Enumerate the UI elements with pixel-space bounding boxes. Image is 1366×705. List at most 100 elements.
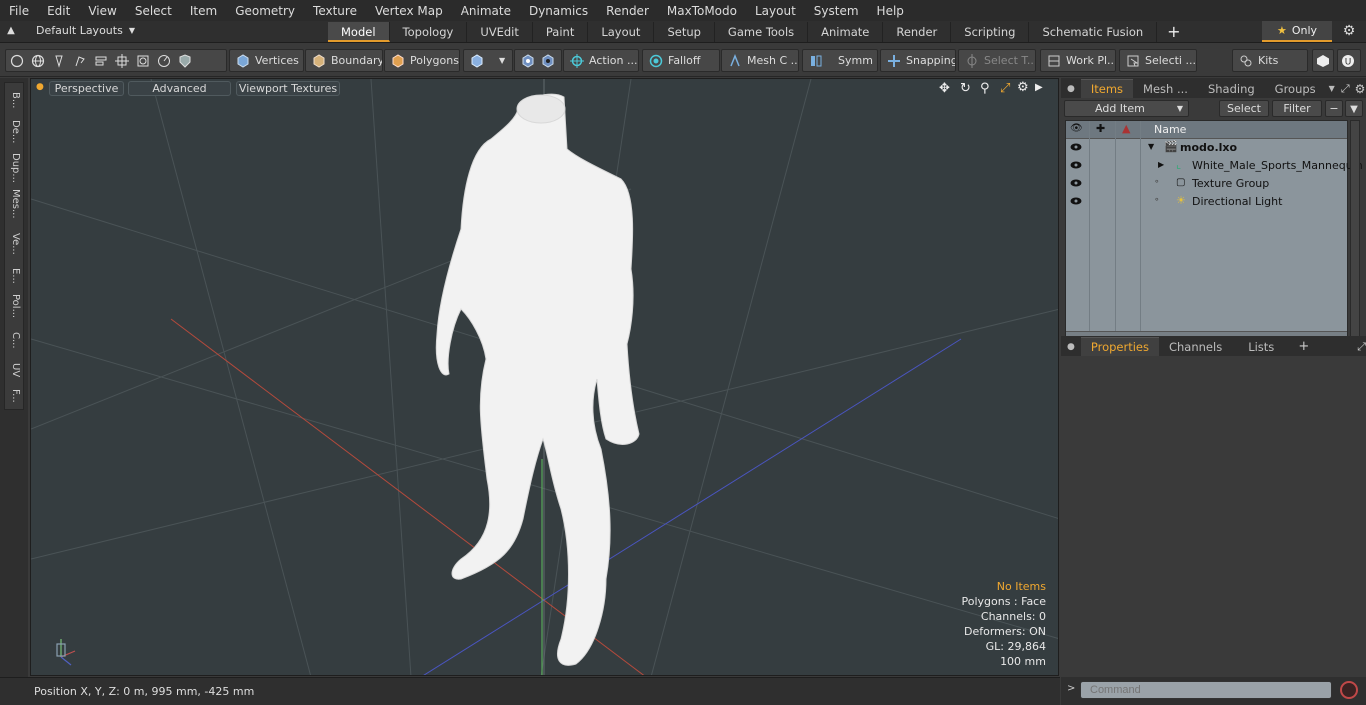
vertical-scrollbar[interactable] <box>1350 120 1360 344</box>
tab-animate[interactable]: Animate <box>808 22 884 42</box>
menu-view[interactable]: View <box>79 4 125 18</box>
pen-icon[interactable] <box>52 54 66 68</box>
work-plane-button[interactable]: Work Pl... <box>1040 49 1116 72</box>
menu-texture[interactable]: Texture <box>304 4 366 18</box>
tab-items[interactable]: Items <box>1080 79 1134 98</box>
eye-icon[interactable] <box>1070 160 1082 170</box>
viewport-arrow-icon[interactable]: ▶ <box>1035 82 1043 93</box>
left-tab-duplicate[interactable]: Dup... <box>5 149 25 187</box>
left-tab-vertex[interactable]: Ve... <box>5 227 25 261</box>
filter-button[interactable]: Filter <box>1272 100 1322 117</box>
select-through-button[interactable]: Select T... <box>958 49 1036 72</box>
viewport-gear-icon[interactable]: ⚙ <box>1017 80 1029 95</box>
tab-groups[interactable]: Groups <box>1265 80 1326 98</box>
tab-game-tools[interactable]: Game Tools <box>715 22 809 42</box>
unity-button[interactable] <box>1312 49 1334 72</box>
tab-uvedit[interactable]: UVEdit <box>467 22 533 42</box>
frame-icon[interactable] <box>136 54 150 68</box>
dial-icon[interactable] <box>157 54 171 68</box>
menu-maxtomodo[interactable]: MaxToModo <box>658 4 746 18</box>
menu-file[interactable]: File <box>0 4 38 18</box>
left-tab-deform[interactable]: De... <box>5 115 25 149</box>
tab-properties[interactable]: Properties <box>1080 337 1159 356</box>
globe-icon[interactable] <box>31 54 45 68</box>
zoom-icon[interactable]: ⚲ <box>980 81 990 96</box>
tab-shading[interactable]: Shading <box>1198 80 1265 98</box>
vertices-button[interactable]: Vertices <box>229 49 304 72</box>
name-column-header[interactable]: Name <box>1154 123 1186 136</box>
menu-system[interactable]: System <box>805 4 868 18</box>
left-tab-mesh-edit[interactable]: Mes... <box>5 185 25 223</box>
menu-layout[interactable]: Layout <box>746 4 805 18</box>
lock-column-icon[interactable]: ✚ <box>1096 122 1105 135</box>
tab-channels[interactable]: Channels <box>1159 338 1232 356</box>
rotate-icon[interactable]: ↻ <box>960 81 971 96</box>
align-icon[interactable] <box>94 54 108 68</box>
panel-menu-dot-icon[interactable]: ● <box>1061 80 1081 98</box>
tab-model[interactable]: Model <box>328 22 390 42</box>
viewport-textures-button[interactable]: Viewport Textures <box>236 81 340 96</box>
left-tab-basic[interactable]: B... <box>5 83 25 117</box>
mesh-constraint-button[interactable]: Mesh C ... <box>721 49 799 72</box>
props-menu-dot-icon[interactable]: ● <box>1061 338 1081 356</box>
list-item[interactable]: ▶ ⌞ White_Male_Sports_Mannequin <box>1066 157 1363 175</box>
only-toggle[interactable]: ★ Only <box>1262 21 1332 42</box>
expand-arrow-icon[interactable]: ▶ <box>1158 160 1164 169</box>
tab-scripting[interactable]: Scripting <box>951 22 1030 42</box>
layout-dropdown[interactable]: ▲ Default Layouts ▼ <box>4 24 135 37</box>
tab-mesh[interactable]: Mesh ... <box>1133 80 1198 98</box>
type-column-icon[interactable]: ▲ <box>1122 122 1130 135</box>
boundary-button[interactable]: Boundary <box>305 49 383 72</box>
move-icon[interactable]: ✥ <box>939 81 950 96</box>
collapse-button[interactable]: − <box>1325 100 1343 117</box>
falloff-button[interactable]: Falloff <box>642 49 720 72</box>
left-tab-polygon[interactable]: Pol... <box>5 289 25 323</box>
list-item[interactable]: ∘ ▢ Texture Group <box>1066 175 1347 193</box>
visibility-column-icon[interactable]: 👁 <box>1070 123 1083 134</box>
record-icon[interactable] <box>1340 681 1358 699</box>
kits-button[interactable]: Kits <box>1232 49 1308 72</box>
command-input[interactable] <box>1080 681 1332 699</box>
item-mode-dropdown[interactable]: ▼ <box>463 49 513 72</box>
menu-select[interactable]: Select <box>126 4 181 18</box>
eye-icon[interactable] <box>1070 178 1082 188</box>
left-tab-edge[interactable]: E... <box>5 259 25 293</box>
advanced-button[interactable]: Advanced <box>128 81 231 96</box>
tab-setup[interactable]: Setup <box>654 22 715 42</box>
panel-gear-icon[interactable]: ⚙ <box>1353 80 1366 98</box>
shield-icon[interactable] <box>178 53 192 68</box>
pivot-icon[interactable] <box>521 53 535 68</box>
center-pivot-icon[interactable] <box>541 53 555 68</box>
layout-lock-icon[interactable]: ▲ <box>4 25 18 36</box>
tab-paint[interactable]: Paint <box>533 22 589 42</box>
menu-geometry[interactable]: Geometry <box>226 4 304 18</box>
eye-icon[interactable] <box>1070 142 1082 152</box>
add-tab-icon[interactable]: + <box>1290 338 1317 356</box>
gear-icon[interactable]: ⚙ <box>1340 23 1358 41</box>
center-icon[interactable] <box>115 53 129 68</box>
tabs-dropdown-icon[interactable]: ▼ <box>1326 80 1338 98</box>
circle-select-icon[interactable] <box>10 54 24 68</box>
lasso-icon[interactable] <box>73 54 87 68</box>
tab-topology[interactable]: Topology <box>390 22 468 42</box>
perspective-button[interactable]: Perspective <box>49 81 124 96</box>
3d-viewport[interactable]: ● Perspective Advanced Viewport Textures… <box>30 78 1059 676</box>
menu-item[interactable]: Item <box>181 4 226 18</box>
expand-icon[interactable]: ⤢ <box>1338 80 1353 98</box>
expand-arrow-icon[interactable]: ▼ <box>1148 142 1154 151</box>
maximize-icon[interactable]: ⤢ <box>1000 81 1010 96</box>
selection-sets-button[interactable]: Selecti ... <box>1119 49 1197 72</box>
menu-help[interactable]: Help <box>868 4 913 18</box>
viewport-menu-dot-icon[interactable]: ● <box>36 82 44 92</box>
menu-vertex-map[interactable]: Vertex Map <box>366 4 452 18</box>
snapping-button[interactable]: Snapping <box>880 49 956 72</box>
list-item[interactable]: ▼ 🎬 modo.lxo <box>1066 139 1347 157</box>
polygons-button[interactable]: Polygons <box>384 49 460 72</box>
eye-icon[interactable] <box>1070 196 1082 206</box>
symmetry-button[interactable]: Symm ... <box>802 49 878 72</box>
menu-dynamics[interactable]: Dynamics <box>520 4 597 18</box>
left-tab-curve[interactable]: C... <box>5 323 25 357</box>
unreal-button[interactable]: U <box>1337 49 1361 72</box>
tab-schematic-fusion[interactable]: Schematic Fusion <box>1029 22 1158 42</box>
menu-render[interactable]: Render <box>597 4 658 18</box>
